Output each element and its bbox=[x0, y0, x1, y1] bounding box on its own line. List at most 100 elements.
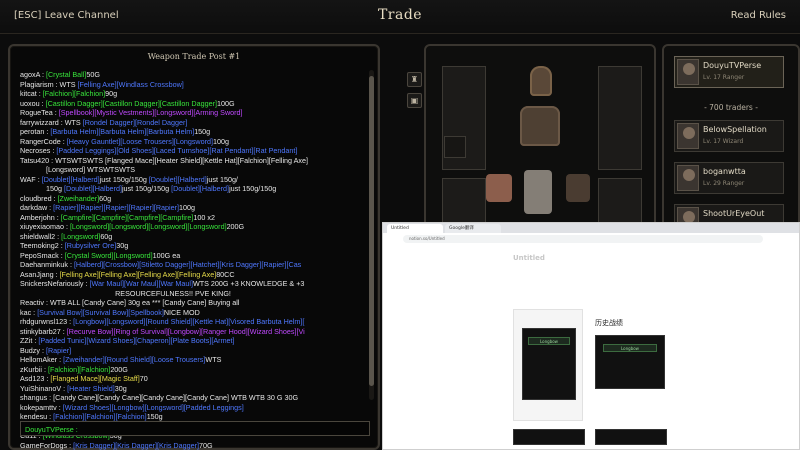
item-link[interactable]: [Felling Axe] bbox=[60, 270, 99, 279]
item-link[interactable]: [Longbow] bbox=[111, 403, 144, 412]
item-link[interactable]: [Campfire] bbox=[160, 213, 193, 222]
item-link[interactable]: [Spellbook] bbox=[59, 108, 95, 117]
item-link[interactable]: [Heater Shield] bbox=[67, 384, 115, 393]
item-link[interactable]: [Round Shield] bbox=[105, 355, 152, 364]
item-link[interactable]: [Mystic Vestments] bbox=[94, 108, 154, 117]
helmet-icon[interactable]: ♜ bbox=[407, 72, 422, 87]
item-link[interactable]: [Rapier] bbox=[261, 260, 286, 269]
item-link[interactable]: [Barbuta Helm] bbox=[50, 127, 98, 136]
trader-self[interactable]: DouyuTVPerse Lv. 17 Ranger bbox=[674, 56, 784, 88]
item-link[interactable]: [Kris Dagger] bbox=[219, 260, 261, 269]
address-bar[interactable]: notion.so/Untitled bbox=[403, 235, 763, 243]
item-link[interactable]: [Crystal Sword] bbox=[65, 251, 114, 260]
item-link[interactable]: [Kettle Hat] bbox=[193, 317, 229, 326]
item-link[interactable]: [Padded Leggings] bbox=[56, 146, 116, 155]
item-link[interactable]: [Recurve Bow] bbox=[67, 327, 114, 336]
notebook-card[interactable]: Longbow bbox=[513, 309, 583, 421]
item-link[interactable]: [Longsword] bbox=[174, 137, 213, 146]
item-link[interactable]: [Longsword] bbox=[109, 222, 148, 231]
item-link[interactable]: [Rubysilver Ore] bbox=[65, 241, 117, 250]
item-link[interactable]: [Armet] bbox=[211, 336, 234, 345]
item-link[interactable]: [Crossbow] bbox=[103, 260, 139, 269]
item-link[interactable]: [Longsword] bbox=[106, 317, 145, 326]
item-link[interactable]: [Spellbook] bbox=[128, 308, 164, 317]
item-link[interactable]: [Felling Axe] bbox=[99, 270, 138, 279]
item-link[interactable]: [Kris Dagger] bbox=[157, 441, 199, 450]
item-link[interactable]: [Longsword] bbox=[70, 222, 109, 231]
item-link[interactable]: [Windlass Crossbow] bbox=[117, 80, 184, 89]
item-link[interactable]: [Rat Pendant] bbox=[209, 146, 253, 155]
item-link[interactable]: [Wizard Shoes] bbox=[86, 336, 135, 345]
item-link[interactable]: [Rondel Dagger] bbox=[83, 118, 135, 127]
item-link[interactable]: [Halberd] bbox=[200, 184, 229, 193]
item-link[interactable]: [Falchion] bbox=[84, 412, 115, 421]
item-link[interactable]: [Rapier] bbox=[78, 203, 103, 212]
item-link[interactable]: [Stiletto Dagger] bbox=[139, 260, 191, 269]
item-link[interactable]: [Longsword] bbox=[148, 222, 187, 231]
item-link[interactable]: [ bbox=[302, 317, 304, 326]
item-link[interactable]: [Rapier] bbox=[129, 203, 154, 212]
item-link[interactable]: [Chaperon] bbox=[135, 336, 171, 345]
item-link[interactable]: [Flanged Mace] bbox=[50, 374, 100, 383]
item-link[interactable]: [Rapier] bbox=[46, 346, 71, 355]
item-link[interactable]: [Kris Dagger] bbox=[73, 441, 115, 450]
item-link[interactable]: [War Maul] bbox=[124, 279, 158, 288]
item-link[interactable]: [Barbuta Helm] bbox=[146, 127, 194, 136]
chest-armor-item-icon[interactable] bbox=[520, 106, 560, 146]
item-link[interactable]: [Felling Axe] bbox=[138, 270, 177, 279]
item-link[interactable]: [Castillon Dagger] bbox=[46, 99, 103, 108]
item-link[interactable]: [Longsword] bbox=[154, 108, 193, 117]
item-link[interactable]: [War Maul] bbox=[90, 279, 124, 288]
item-link[interactable]: [Padded Tunic] bbox=[38, 336, 86, 345]
equipment-slot-weapon-right[interactable] bbox=[598, 66, 642, 170]
item-link[interactable]: [Campfire] bbox=[61, 213, 94, 222]
gloves-item-icon[interactable] bbox=[486, 174, 512, 202]
item-link[interactable]: [Longsword] bbox=[113, 251, 152, 260]
item-link[interactable]: [Longbow] bbox=[73, 317, 106, 326]
item-link[interactable]: [Crystal Ball] bbox=[46, 70, 86, 79]
item-link[interactable]: [Falchion] bbox=[48, 365, 79, 374]
inventory-icon[interactable]: ▣ bbox=[407, 93, 422, 108]
trader-item[interactable]: BelowSpellation Lv. 17 Wizard bbox=[674, 120, 784, 152]
item-link[interactable]: [Kris Dagger] bbox=[115, 441, 157, 450]
item-link[interactable]: [Doublet] bbox=[42, 175, 71, 184]
item-link[interactable]: [Falchion] bbox=[74, 89, 105, 98]
item-link[interactable]: [Longsword] bbox=[145, 403, 184, 412]
item-link[interactable]: [Falchion] bbox=[43, 89, 74, 98]
item-link[interactable]: [Wizard Shoes] bbox=[248, 327, 297, 336]
helmet-item-icon[interactable] bbox=[530, 66, 552, 96]
item-link[interactable]: [Zweihander] bbox=[58, 194, 100, 203]
item-link[interactable]: [Doublet] bbox=[64, 184, 93, 193]
item-link[interactable]: [Plate Boots] bbox=[171, 336, 212, 345]
item-link[interactable]: [Halberd] bbox=[93, 184, 122, 193]
item-link[interactable]: [Rat Pendant] bbox=[253, 146, 297, 155]
item-link[interactable]: [Halberd] bbox=[178, 175, 207, 184]
item-link[interactable]: [Heavy Gauntlet] bbox=[67, 137, 121, 146]
item-link[interactable]: [Old Shoes] bbox=[116, 146, 154, 155]
item-link[interactable]: [Arming Sword] bbox=[193, 108, 242, 117]
chat-scrollbar[interactable] bbox=[369, 70, 374, 400]
item-link[interactable]: [Cas bbox=[287, 260, 302, 269]
item-link[interactable]: [Hatchet] bbox=[191, 260, 220, 269]
browser-tab[interactable]: Untitled bbox=[387, 224, 443, 233]
item-link[interactable]: [Longbow] bbox=[168, 327, 201, 336]
equipment-slot-utility[interactable] bbox=[444, 136, 466, 158]
item-link[interactable]: [Barbuta Helm] bbox=[98, 127, 146, 136]
item-link[interactable]: [Vi bbox=[296, 327, 304, 336]
item-link[interactable]: [Campfire] bbox=[94, 213, 127, 222]
browser-tab[interactable]: Google翻译 bbox=[445, 224, 501, 233]
item-link[interactable]: [Campfire] bbox=[127, 213, 160, 222]
item-link[interactable]: [Loose Trousers] bbox=[120, 137, 174, 146]
item-link[interactable]: [Survival Bow] bbox=[83, 308, 129, 317]
item-link[interactable]: [Halberd] bbox=[70, 175, 99, 184]
scrollbar-thumb[interactable] bbox=[369, 76, 374, 386]
item-link[interactable]: [War Maul] bbox=[158, 279, 192, 288]
item-link[interactable]: [Doublet] bbox=[149, 175, 178, 184]
item-link[interactable]: [Castillon Dagger] bbox=[160, 99, 217, 108]
item-link[interactable]: [Visored Barbuta Helm] bbox=[228, 317, 302, 326]
read-rules-button[interactable]: Read Rules bbox=[731, 10, 786, 21]
item-link[interactable]: [Felling Axe] bbox=[78, 80, 117, 89]
item-link[interactable]: [Castillon Dagger] bbox=[103, 99, 160, 108]
item-link[interactable]: [Falchion] bbox=[79, 365, 110, 374]
item-link[interactable]: [Rapier] bbox=[53, 203, 78, 212]
